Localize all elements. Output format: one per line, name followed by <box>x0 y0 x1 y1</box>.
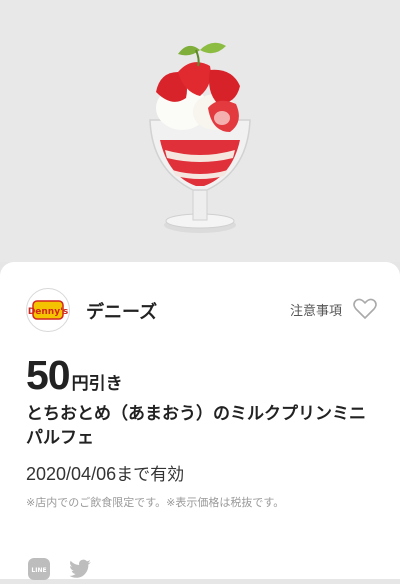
brand-row: Denny's デニーズ 注意事項 <box>26 288 378 332</box>
discount-value: 50 <box>26 352 71 398</box>
twitter-icon[interactable] <box>68 558 92 584</box>
notes-link[interactable]: 注意事項 <box>290 300 342 319</box>
product-name: とちおとめ（あまおう）のミルクプリンミニパルフェ <box>26 404 366 448</box>
brand-name: デニーズ <box>86 302 158 323</box>
line-label: LINE <box>31 567 46 574</box>
heart-icon[interactable] <box>352 296 378 322</box>
valid-until-date: 2020/04/06 <box>26 464 117 484</box>
brand-logo: Denny's <box>26 288 70 332</box>
coupon-card: Denny's デニーズ 注意事項 50 円引き とちおとめ（あまおう）のミルクプ… <box>0 262 400 580</box>
strawberry-parfait-image <box>149 42 251 233</box>
line-icon[interactable]: LINE <box>28 558 50 584</box>
validity: 2020/04/06まで有効 <box>26 460 184 485</box>
valid-until-suffix: まで有効 <box>116 465 185 485</box>
hero-image-area <box>0 0 400 262</box>
footnote: ※店内でのご飲食限定です。※表示価格は税抜です。 <box>26 496 285 509</box>
discount-unit: 円引き <box>71 374 123 394</box>
brand-logo-text: Denny's <box>28 307 68 317</box>
discount-amount: 50 円引き <box>26 352 123 398</box>
